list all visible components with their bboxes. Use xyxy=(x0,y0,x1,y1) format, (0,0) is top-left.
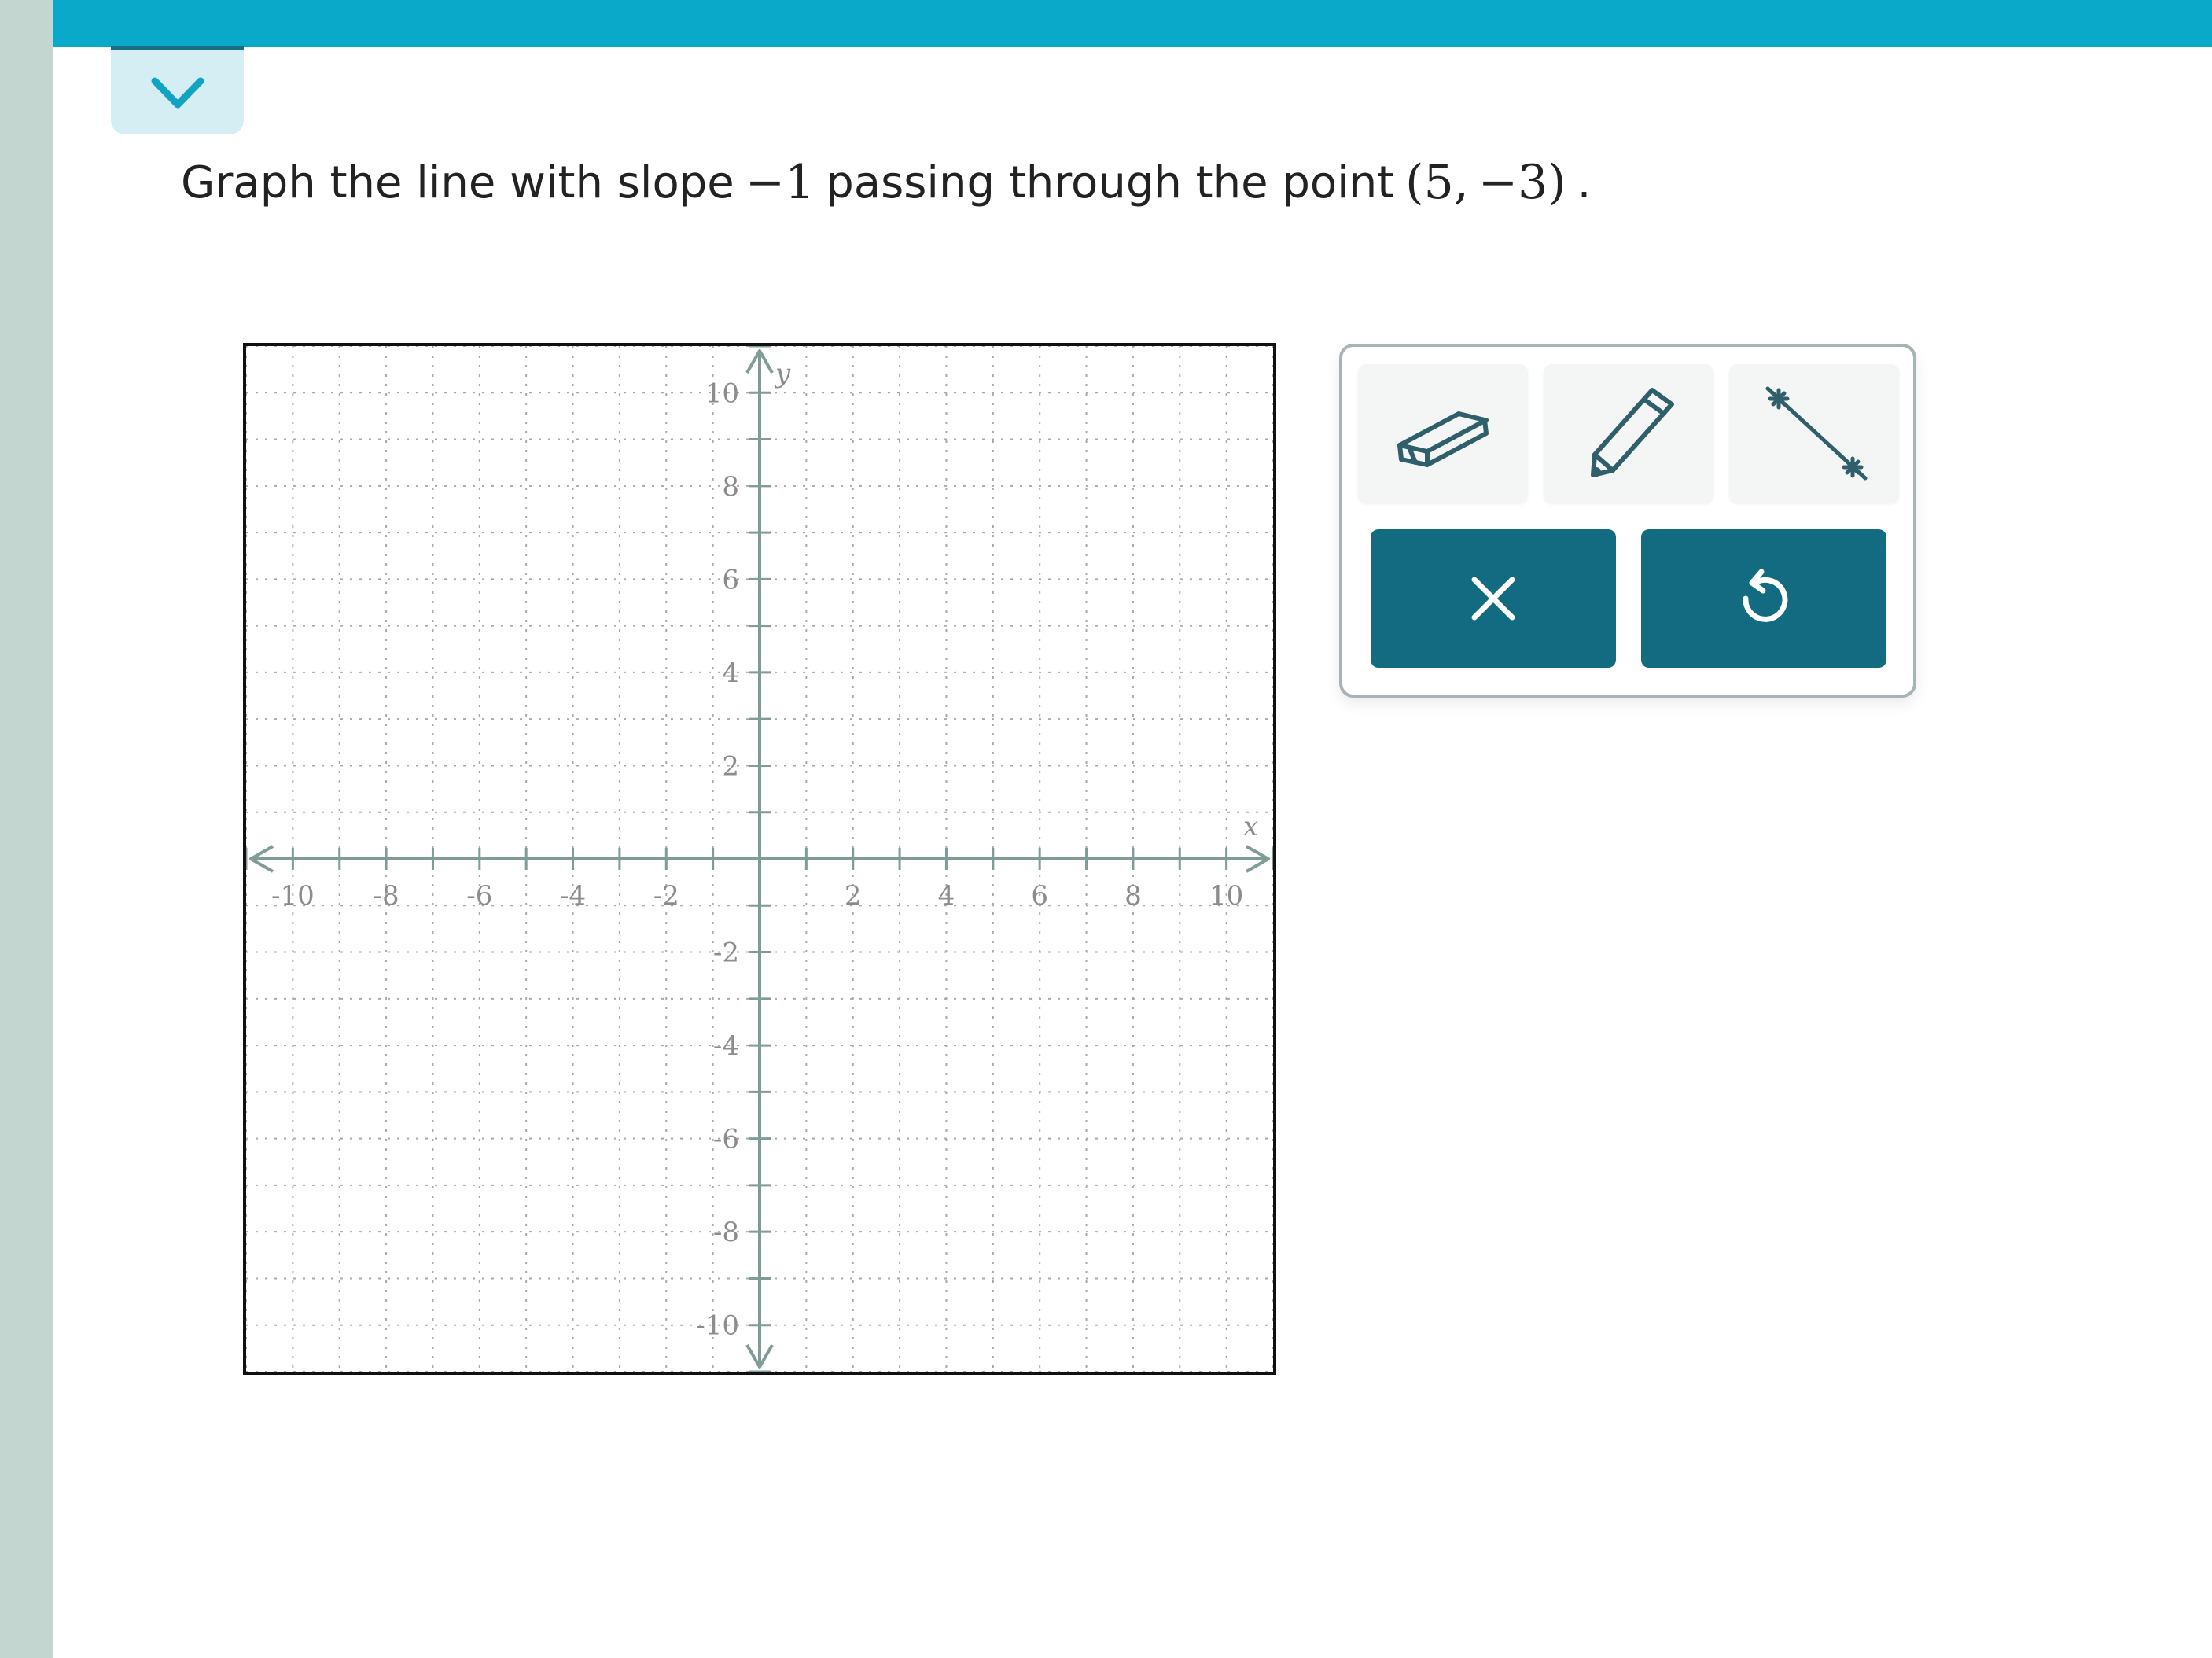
tool-panel xyxy=(1339,344,1916,698)
undo-button[interactable] xyxy=(1641,529,1886,668)
x-tick-label: -4 xyxy=(560,880,586,912)
y-tick-label: 6 xyxy=(722,564,739,595)
eraser-icon xyxy=(1397,411,1489,467)
close-icon xyxy=(1471,577,1515,621)
prompt-text-before: Graph the line with slope xyxy=(181,157,734,208)
collapse-toggle-button[interactable] xyxy=(111,46,244,134)
x-axis-label: x xyxy=(1243,811,1258,842)
x-tick-label: -2 xyxy=(653,880,679,912)
x-tick-label: -10 xyxy=(271,880,315,912)
y-axis-label: y xyxy=(774,358,791,389)
x-tick-label: 4 xyxy=(938,880,955,912)
eraser-button[interactable] xyxy=(1358,364,1528,503)
x-tick-label: 6 xyxy=(1031,880,1048,912)
y-tick-label: -8 xyxy=(713,1217,739,1248)
pencil-button[interactable] xyxy=(1544,364,1713,503)
coordinate-plane[interactable]: -10 -8 -6 -4 -2 2 4 6 8 10 10 8 6 4 2 -2 -4 -6 -8 -10 x y xyxy=(246,346,1273,1372)
top-progress-bar xyxy=(53,0,2212,47)
graphing-area[interactable]: -10 -8 -6 -4 -2 2 4 6 8 10 10 8 6 4 2 -2 -4 -6 -8 -10 x y xyxy=(243,343,1276,1375)
y-tick-label: 8 xyxy=(722,471,739,503)
y-tick-label: -6 xyxy=(713,1124,739,1155)
undo-icon xyxy=(1743,569,1788,622)
y-tick-label: -4 xyxy=(713,1030,739,1062)
slope-value: −1 xyxy=(745,155,815,210)
chevron-down-icon xyxy=(151,77,204,108)
question-prompt: Graph the line with slope −1 passing thr… xyxy=(181,151,1591,214)
point-value: (5, −3) xyxy=(1405,155,1566,210)
x-tick-label: 10 xyxy=(1209,880,1243,912)
x-tick-label: 2 xyxy=(845,880,862,912)
line-tool-button[interactable] xyxy=(1729,364,1899,503)
x-tick-label: -8 xyxy=(374,880,399,912)
prompt-text-middle: passing through the point xyxy=(826,157,1395,208)
x-tick-label: -6 xyxy=(466,880,492,912)
y-tick-label: 2 xyxy=(722,750,739,782)
pencil-icon xyxy=(1591,388,1674,477)
y-tick-label: -2 xyxy=(713,938,739,969)
x-tick-label: 8 xyxy=(1124,880,1142,912)
prompt-text-end: . xyxy=(1577,157,1592,208)
line-tool-icon xyxy=(1765,386,1868,481)
y-tick-label: 4 xyxy=(722,658,739,689)
clear-button[interactable] xyxy=(1371,529,1616,668)
left-rail xyxy=(0,0,53,1658)
y-tick-label: -10 xyxy=(696,1310,739,1342)
y-tick-label: 10 xyxy=(705,378,739,409)
